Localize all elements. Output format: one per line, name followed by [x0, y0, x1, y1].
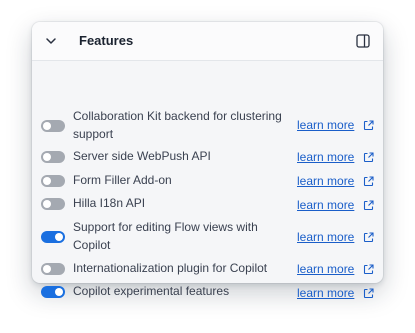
external-link-icon[interactable]	[363, 232, 374, 243]
panel-dock-icon[interactable]	[355, 33, 371, 49]
external-link-icon[interactable]	[363, 152, 374, 163]
learn-more-link[interactable]: learn more	[297, 196, 354, 214]
feature-label: Support for editing Flow views with Copi…	[73, 220, 258, 252]
learn-more-link[interactable]: learn more	[297, 148, 354, 166]
chevron-down-icon[interactable]	[44, 34, 58, 48]
feature-label: Internationalization plugin for Copilot	[73, 261, 268, 275]
feature-toggle[interactable]	[41, 198, 65, 210]
feature-label: Copilot experimental features	[73, 284, 230, 298]
external-link-icon[interactable]	[363, 200, 374, 211]
feature-toggle[interactable]	[41, 263, 65, 275]
toggle-knob	[43, 200, 51, 208]
feature-label: Server side WebPush API	[73, 149, 211, 163]
toggle-knob	[43, 153, 51, 161]
panel-header: Features	[32, 22, 383, 61]
feature-toggle[interactable]	[41, 120, 65, 132]
toggle-knob	[43, 122, 51, 130]
learn-more-link[interactable]: learn more	[297, 260, 354, 278]
external-link-icon[interactable]	[363, 176, 374, 187]
learn-more-link[interactable]: learn more	[297, 228, 354, 246]
toggle-knob	[55, 233, 63, 241]
feature-toggle[interactable]	[41, 231, 65, 243]
toggle-knob	[43, 265, 51, 273]
feature-toggle[interactable]	[41, 286, 65, 298]
external-link-icon[interactable]	[363, 264, 374, 275]
external-link-icon[interactable]	[363, 288, 374, 299]
learn-more-link[interactable]: learn more	[297, 116, 354, 134]
feature-toggle[interactable]	[41, 175, 65, 187]
learn-more-link[interactable]: learn more	[297, 172, 354, 190]
toggle-knob	[55, 288, 63, 296]
panel-title: Features	[79, 33, 134, 48]
feature-label: Form Filler Add-on	[73, 173, 172, 187]
feature-toggle[interactable]	[41, 151, 65, 163]
features-panel: Features Collaboration Kit backend for c…	[32, 22, 383, 300]
feature-label: Hilla I18n API	[73, 196, 146, 210]
feature-label: Collaboration Kit backend for clustering…	[73, 109, 282, 141]
learn-more-link[interactable]: learn more	[297, 284, 354, 302]
external-link-icon[interactable]	[363, 120, 374, 131]
toggle-knob	[43, 177, 51, 185]
